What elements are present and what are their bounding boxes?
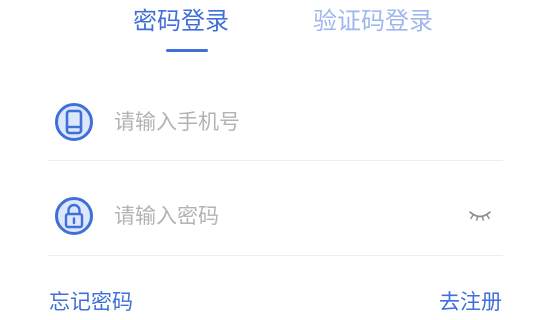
active-tab-indicator [166, 49, 208, 52]
tab-sms-login[interactable]: 验证码登录 [313, 2, 433, 40]
tab-password-login[interactable]: 密码登录 [133, 2, 229, 40]
password-field [48, 186, 503, 248]
phone-icon [54, 102, 94, 142]
phone-input[interactable] [114, 106, 444, 138]
forgot-password-link[interactable]: 忘记密码 [49, 286, 133, 318]
eye-closed-icon[interactable] [465, 206, 495, 226]
password-input[interactable] [114, 200, 444, 232]
divider [48, 160, 503, 161]
divider [48, 255, 503, 256]
register-link[interactable]: 去注册 [439, 286, 502, 318]
phone-field [48, 92, 503, 154]
lock-icon [54, 196, 94, 236]
